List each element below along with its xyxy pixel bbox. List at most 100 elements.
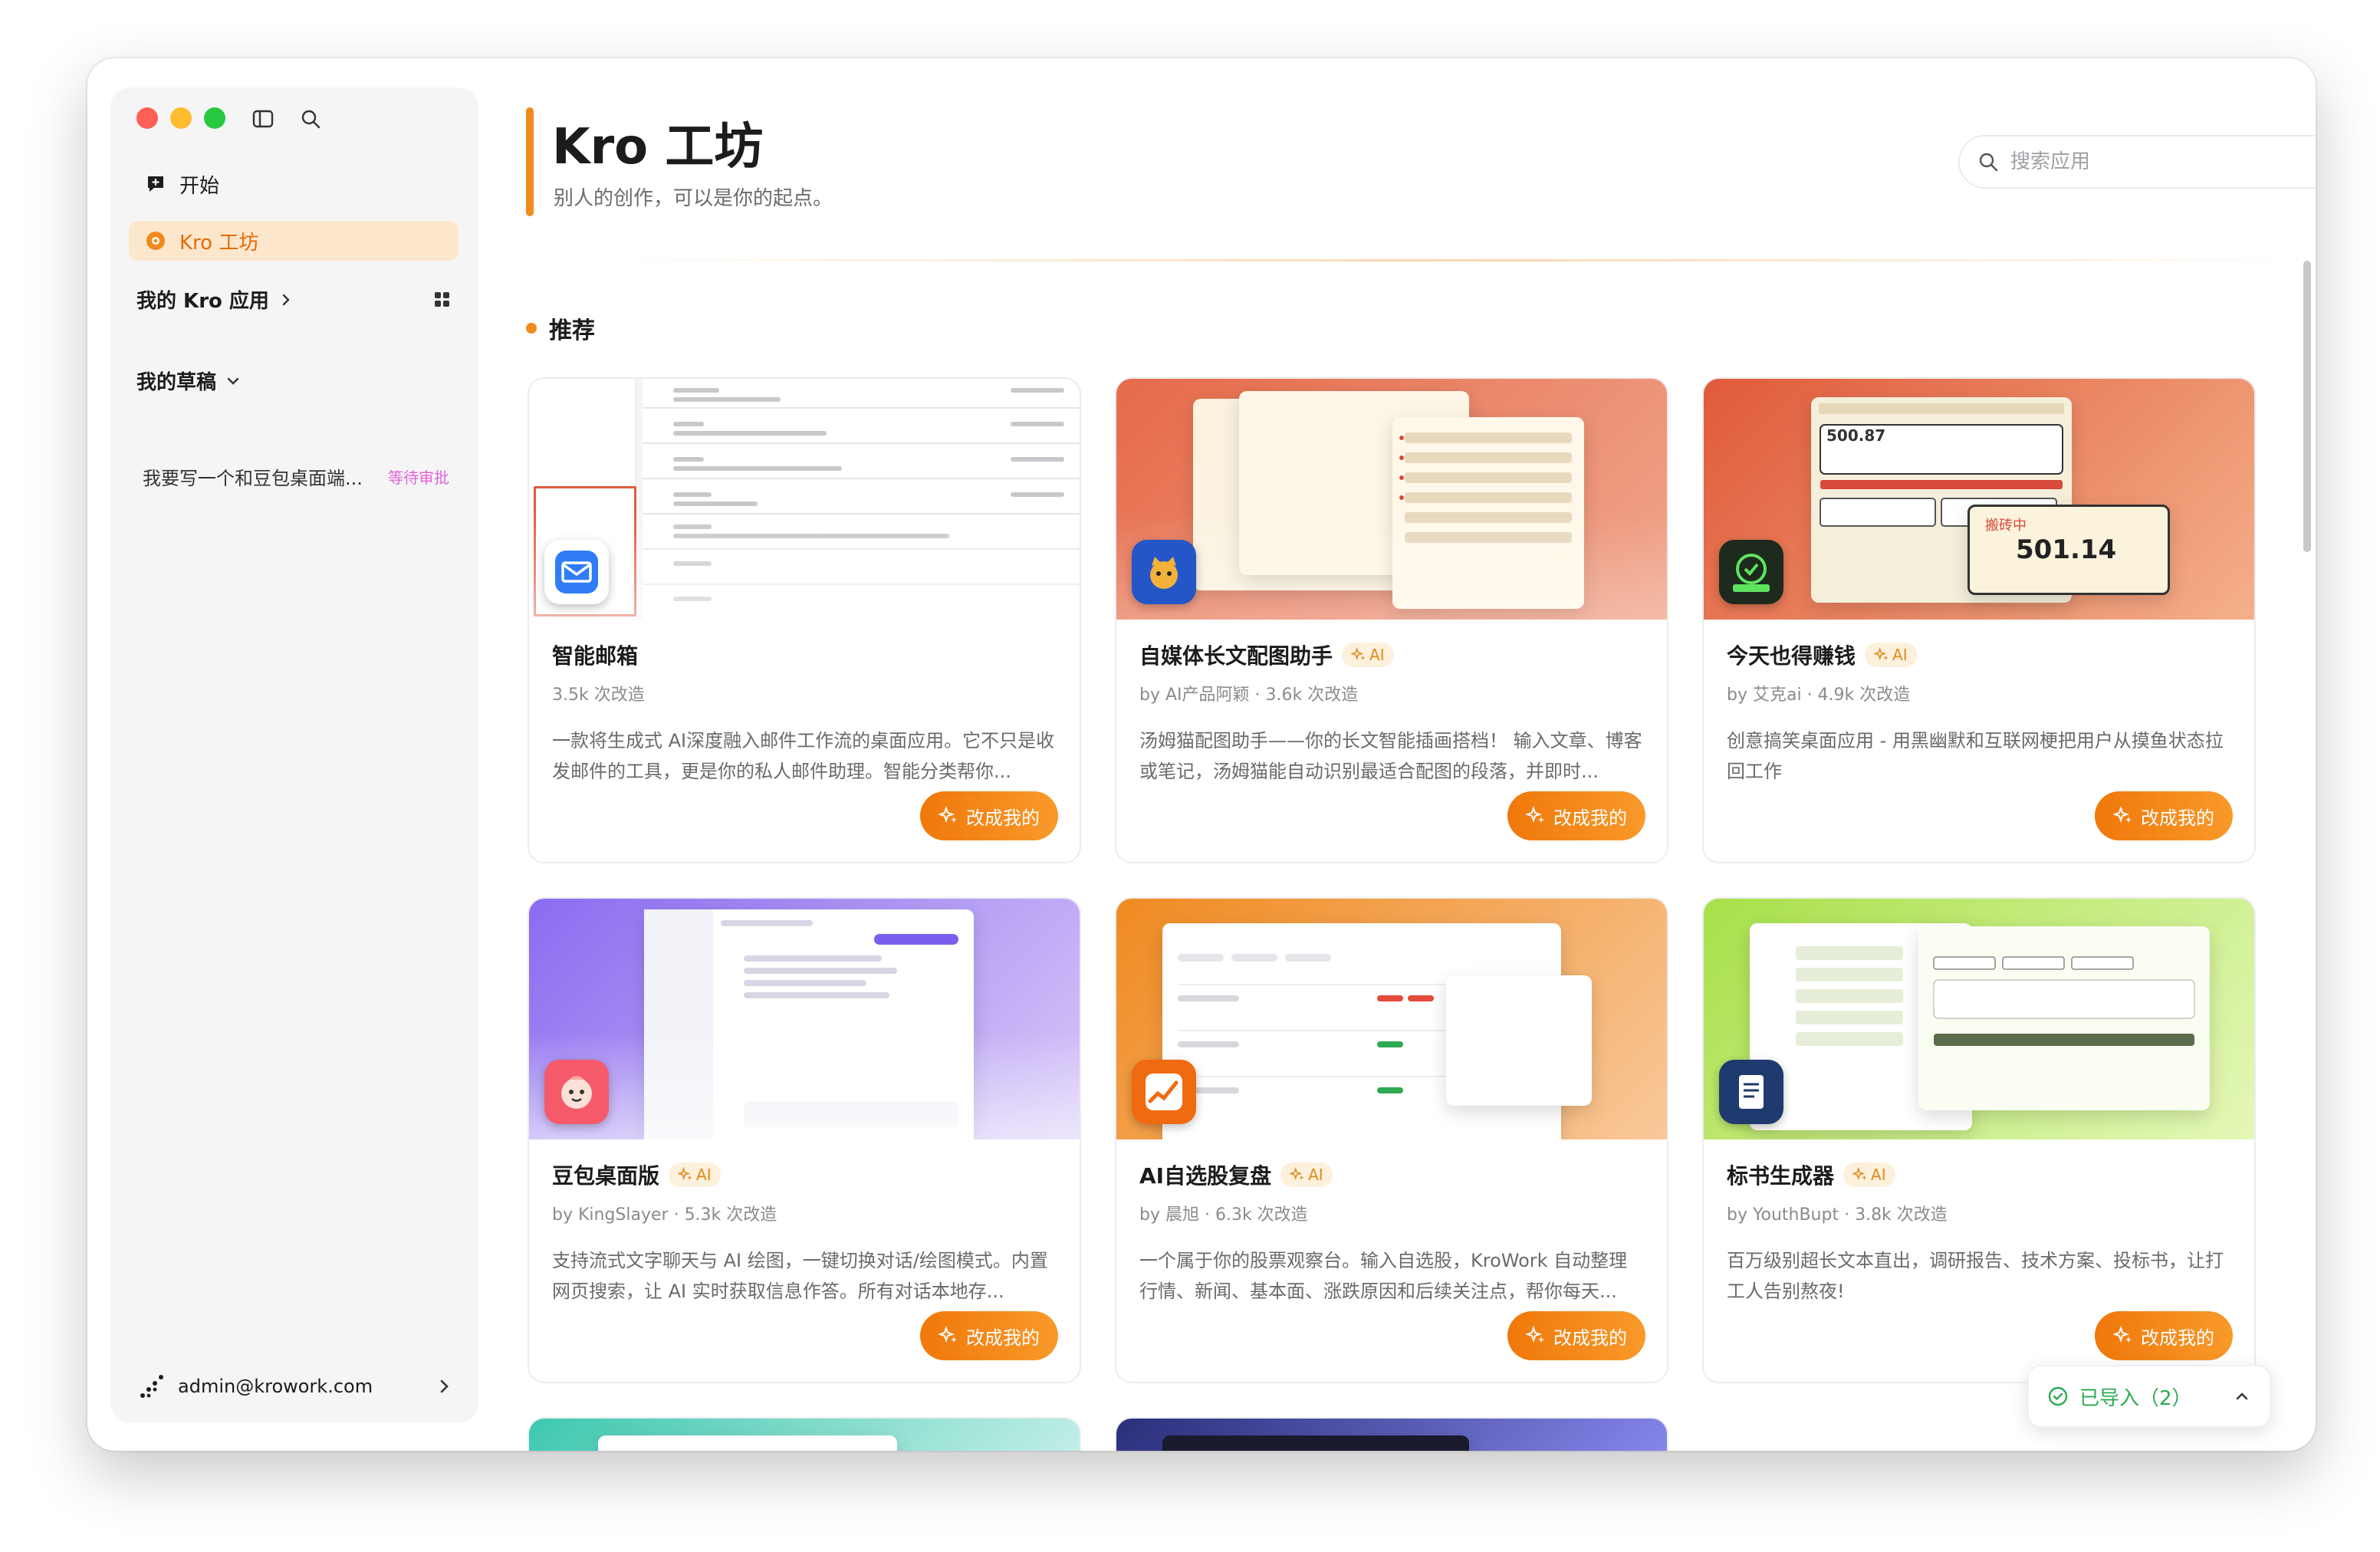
app-card[interactable]: 500.87 搬砖中 501.14 今天也得赚钱 AI by 艾克ai · 4.… [1702,377,2256,863]
app-card[interactable] [1115,1417,1668,1451]
money-app-icon [1719,540,1783,604]
remix-button[interactable]: 改成我的 [2095,1311,2233,1360]
draft-status-badge: 等待审批 [388,469,449,487]
stock-app-icon [1132,1060,1196,1124]
card-title: 今天也得赚钱 AI [1727,640,2231,670]
card-body: 标书生成器 AI by YouthBupt · 3.8k 次改造 百万级别超长文… [1727,1159,2231,1307]
card-body: 今天也得赚钱 AI by 艾克ai · 4.9k 次改造 创意搞笑桌面应用 - … [1727,640,2231,787]
ai-badge: AI [1342,643,1394,667]
card-description: 汤姆猫配图助手——你的长文智能插画搭档！ 输入文章、博客或笔记，汤姆猫能自动识别… [1139,730,1642,782]
card-description: 创意搞笑桌面应用 - 用黑幽默和互联网梗把用户从摸鱼状态拉回工作 [1727,730,2224,782]
window-controls [136,107,225,129]
remix-button[interactable]: 改成我的 [2095,791,2233,840]
remix-button[interactable]: 改成我的 [1507,791,1645,840]
app-card[interactable]: 智能邮箱 3.5k 次改造 一款将生成式 AI深度融入邮件工作流的桌面应用。它不… [528,377,1081,863]
nav-item-start[interactable]: 开始 [129,164,459,204]
draft-item[interactable]: 我要写一个和豆包桌面端... 等待审批 [143,463,449,490]
remix-button[interactable]: 改成我的 [920,1311,1058,1360]
grid-icon[interactable] [434,291,451,308]
import-status-pill[interactable]: 已导入（2） [2027,1365,2271,1428]
check-circle-icon [2048,1386,2068,1406]
app-card[interactable] [528,1417,1081,1451]
workshop-icon [144,229,167,252]
ai-badge: AI [1865,643,1917,667]
chevron-right-icon [282,294,290,305]
app-card[interactable]: 自媒体长文配图助手 AI by AI产品阿颖 · 3.6k 次改造 汤姆猫配图助… [1115,377,1668,863]
close-window-button[interactable] [136,107,158,129]
card-description: 支持流式文字聊天与 AI 绘图，一键切换对话/绘图模式。内置网页搜索，让 AI … [552,1250,1048,1302]
sparkle-icon [1290,1167,1304,1181]
nav-item-label: Kro 工坊 [179,231,259,255]
drafts-label: 我的草稿 [136,371,217,394]
page-title: Kro 工坊 [552,119,764,176]
drafts-header[interactable]: 我的草稿 [136,367,241,395]
ai-badge: AI [1280,1162,1333,1187]
ai-badge: AI [669,1162,721,1187]
draft-title: 我要写一个和豆包桌面端... [143,468,363,489]
document-app-icon [1719,1060,1783,1124]
page-subtitle: 别人的创作，可以是你的起点。 [554,187,833,210]
card-body: 自媒体长文配图助手 AI by AI产品阿颖 · 3.6k 次改造 汤姆猫配图助… [1139,640,1644,787]
preview-status: 搬砖中 [1985,518,2027,534]
sparkle-icon [1351,647,1366,661]
remix-button[interactable]: 改成我的 [920,791,1058,840]
title-accent-bar [526,107,534,216]
sparkle-icon [678,1167,692,1181]
search-icon[interactable] [299,107,322,130]
sparkle-icon [1526,806,1544,824]
search-icon [1979,153,1998,172]
section-title: 推荐 [549,317,595,344]
chevron-right-icon [440,1379,449,1393]
card-body: 豆包桌面版 AI by KingSlayer · 5.3k 次改造 支持流式文字… [552,1159,1057,1307]
card-title: AI自选股复盘 AI [1139,1159,1644,1190]
card-thumbnail [1116,1419,1667,1451]
remix-button[interactable]: 改成我的 [1507,1311,1645,1360]
cat-app-icon [1132,540,1196,604]
app-card[interactable]: 豆包桌面版 AI by KingSlayer · 5.3k 次改造 支持流式文字… [528,897,1081,1383]
nav-item-workshop[interactable]: Kro 工坊 [129,221,459,261]
minimize-window-button[interactable] [170,107,192,129]
card-meta: by 晨旭 · 6.3k 次改造 [1139,1205,1308,1225]
scrollbar[interactable] [2303,261,2311,552]
sparkle-icon [1852,1167,1867,1181]
search-input[interactable] [2010,150,2316,173]
sparkle-icon [939,1326,957,1343]
card-meta: by YouthBupt · 3.8k 次改造 [1727,1205,1948,1225]
sidebar-toggle-icon[interactable] [251,107,274,130]
sparkle-icon [2113,1326,2132,1343]
card-thumbnail [1116,379,1667,620]
import-status-text: 已导入（2） [2079,1386,2192,1410]
card-thumbnail [529,379,1080,620]
chevron-down-icon [227,377,239,385]
card-title: 标书生成器 AI [1727,1159,2231,1190]
card-body: AI自选股复盘 AI by 晨旭 · 6.3k 次改造 一个属于你的股票观察台。… [1139,1159,1644,1307]
nav-item-label: 开始 [179,174,220,198]
card-meta: by 艾克ai · 4.9k 次改造 [1727,686,1911,705]
preview-small-amount: 500.87 [1826,426,1886,445]
card-meta: 3.5k 次改造 [552,686,645,705]
card-meta: by KingSlayer · 5.3k 次改造 [552,1205,777,1225]
app-card[interactable]: 标书生成器 AI by YouthBupt · 3.8k 次改造 百万级别超长文… [1702,897,2256,1383]
card-thumbnail [1704,899,2254,1139]
card-thumbnail [1116,899,1667,1139]
main-content: Kro 工坊 别人的创作，可以是你的起点。 推荐 [486,58,2316,1451]
card-meta: by AI产品阿颖 · 3.6k 次改造 [1139,686,1359,705]
card-thumbnail: 500.87 搬砖中 501.14 [1704,379,2254,620]
maximize-window-button[interactable] [204,107,225,129]
account-row[interactable]: admin@krowork.com [138,1373,452,1400]
my-apps-label: 我的 Kro 应用 [136,290,269,313]
card-description: 一款将生成式 AI深度融入邮件工作流的桌面应用。它不只是收发邮件的工具，更是你的… [552,730,1055,782]
section-dot [526,323,537,334]
sparkle-icon [1874,647,1889,661]
card-description: 一个属于你的股票观察台。输入自选股，KroWork 自动整理行情、新闻、基本面、… [1139,1250,1628,1302]
ai-badge: AI [1843,1162,1895,1187]
search-box[interactable] [1958,135,2316,189]
preview-amount: 501.14 [2016,534,2117,565]
section-recommend: 推荐 [526,311,595,345]
app-window: 开始 Kro 工坊 我的 Kro 应用 我的草稿 我要写一个和豆包桌面端... … [87,58,2316,1451]
my-apps-header[interactable]: 我的 Kro 应用 [136,285,451,314]
chevron-up-icon[interactable] [2234,1389,2250,1404]
app-card[interactable]: AI自选股复盘 AI by 晨旭 · 6.3k 次改造 一个属于你的股票观察台。… [1115,897,1668,1383]
header-divider [601,259,2311,261]
account-email: admin@krowork.com [178,1376,373,1397]
